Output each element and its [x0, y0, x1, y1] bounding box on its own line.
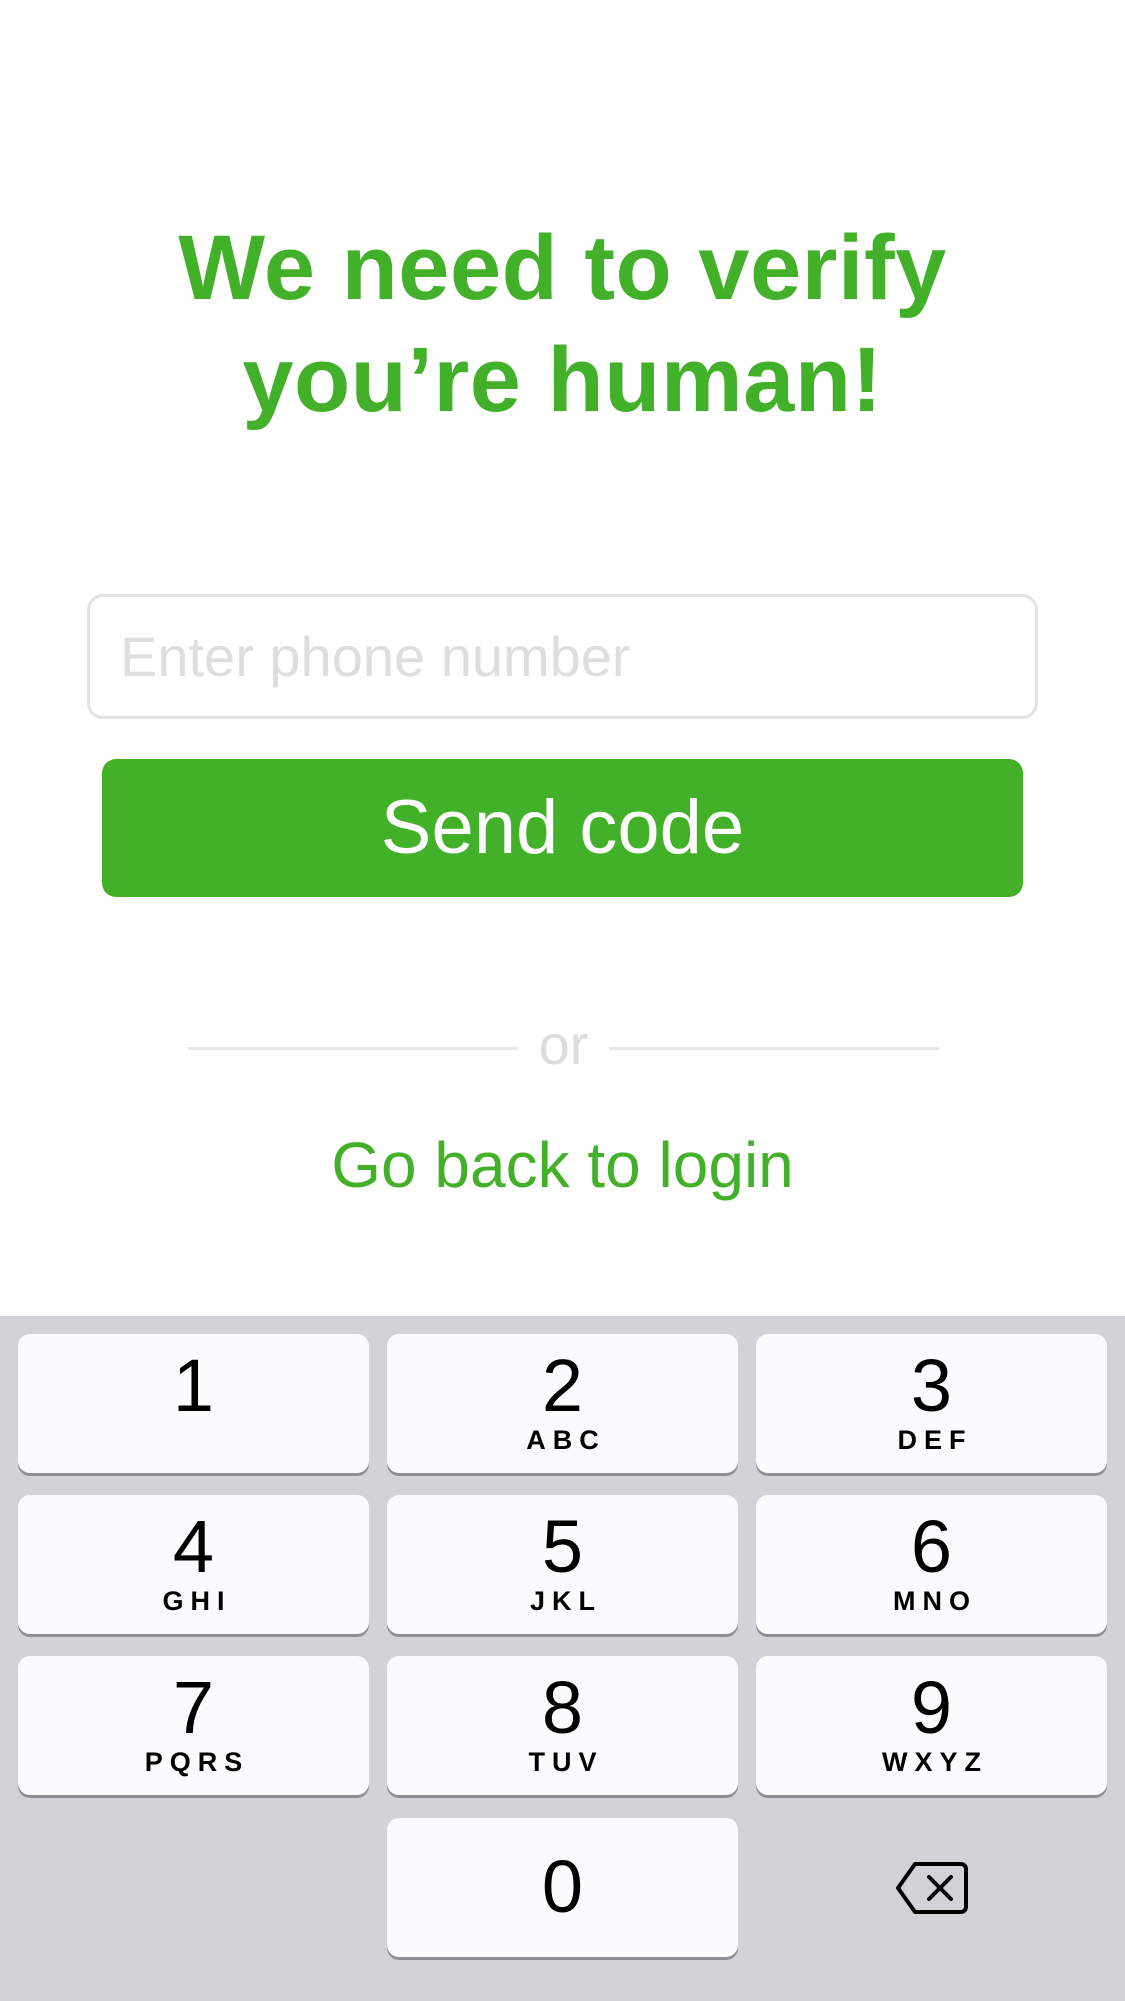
key-letters: MNO [893, 1586, 977, 1616]
key-letters: TUV [528, 1747, 604, 1777]
key-letters: JKL [529, 1586, 602, 1616]
title-line-1: We need to verify [178, 217, 947, 319]
key-digit: 0 [541, 1845, 584, 1928]
key-digit: 5 [541, 1505, 584, 1588]
page-title: We need to verify you’re human! [0, 212, 1125, 436]
keypad-key-3[interactable]: 3 DEF [756, 1334, 1107, 1473]
keypad-key-5[interactable]: 5 JKL [387, 1495, 738, 1634]
keypad-key-2[interactable]: 2 ABC [387, 1334, 738, 1473]
keypad-key-8[interactable]: 8 TUV [387, 1656, 738, 1795]
key-digit: 7 [172, 1666, 215, 1749]
divider-line-right [609, 1047, 939, 1050]
key-digit: 6 [910, 1505, 953, 1588]
send-code-button[interactable]: Send code [102, 759, 1023, 897]
verify-screen: We need to verify you’re human! Send cod… [0, 0, 1125, 2001]
key-digit: 9 [910, 1666, 953, 1749]
key-letters: WXYZ [882, 1747, 988, 1777]
key-digit: 4 [172, 1505, 215, 1588]
numeric-keypad: 1 2 ABC 3 DEF 4 GHI 5 JKL 6 MNO 7 PQRS 8 [0, 1316, 1125, 2001]
key-digit: 1 [172, 1344, 215, 1427]
key-letters: PQRS [144, 1747, 250, 1777]
key-digit: 3 [910, 1344, 953, 1427]
key-letters: DEF [897, 1425, 973, 1455]
key-letters: GHI [162, 1586, 232, 1616]
keypad-key-9[interactable]: 9 WXYZ [756, 1656, 1107, 1795]
key-digit: 8 [541, 1666, 584, 1749]
keypad-key-4[interactable]: 4 GHI [18, 1495, 369, 1634]
keypad-delete-key[interactable] [756, 1818, 1107, 1957]
keypad-key-7[interactable]: 7 PQRS [18, 1656, 369, 1795]
go-back-to-login-link[interactable]: Go back to login [0, 1125, 1125, 1205]
or-divider: or [188, 1010, 939, 1080]
keypad-key-6[interactable]: 6 MNO [756, 1495, 1107, 1634]
key-letters: ABC [526, 1425, 606, 1455]
backspace-icon [895, 1861, 968, 1914]
key-digit: 2 [541, 1344, 584, 1427]
phone-number-input[interactable] [87, 594, 1038, 719]
divider-label: or [538, 1013, 589, 1076]
keypad-key-0[interactable]: 0 [387, 1818, 738, 1957]
title-line-2: you’re human! [242, 329, 883, 431]
keypad-key-1[interactable]: 1 [18, 1334, 369, 1473]
